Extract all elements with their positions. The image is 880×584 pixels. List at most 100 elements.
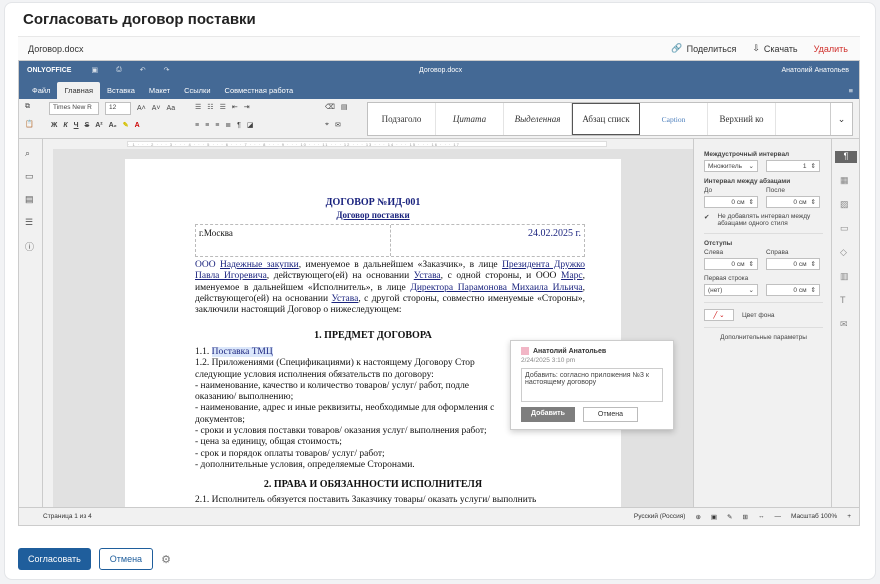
download-button[interactable]: ⇩ Скачать <box>752 43 797 54</box>
italic-icon[interactable]: К <box>63 122 67 129</box>
justify-icon[interactable]: ≣ <box>225 121 231 129</box>
mail-merge-settings-icon[interactable]: ✉ <box>840 319 859 331</box>
about-icon[interactable]: ⓘ <box>25 240 42 254</box>
decrease-indent-icon[interactable]: ⇤ <box>232 103 238 111</box>
vertical-ruler[interactable] <box>43 149 53 509</box>
globe-icon[interactable]: ⊕ <box>695 513 700 521</box>
style-emphasis[interactable]: Выделенная <box>504 103 572 135</box>
first-line-input[interactable]: 0 см ⇕ <box>766 284 820 296</box>
author-color-badge <box>521 347 529 355</box>
comment-add-button[interactable]: Добавить <box>521 407 575 422</box>
style-list-paragraph[interactable]: Абзац списк <box>572 103 640 135</box>
zoom-in-icon[interactable]: + <box>847 513 851 520</box>
gear-icon[interactable]: ⚙ <box>161 553 171 566</box>
indent-left-input[interactable]: 0 см ⇕ <box>704 258 758 270</box>
undo-icon[interactable]: ↶ <box>140 66 146 74</box>
advanced-settings-link[interactable]: Дополнительные параметры <box>704 334 823 341</box>
line-spacing-type-select[interactable]: Множитель ⌄ <box>704 160 758 172</box>
first-line-type-select[interactable]: (нет) ⌄ <box>704 284 758 296</box>
party-b-tail: , с другой стороны, совместно именуемые … <box>195 293 585 316</box>
font-color-icon[interactable]: A <box>135 122 140 129</box>
chat-icon[interactable]: ▤ <box>25 194 42 208</box>
no-interval-checkbox[interactable]: ✔ Не добавлять интервал между абзацами од… <box>704 213 823 227</box>
line-spacing-value-input[interactable]: 1 ⇕ <box>766 160 820 172</box>
save-icon[interactable]: ▣ <box>91 66 98 74</box>
language-select[interactable]: Русский (Россия) <box>634 513 686 520</box>
paragraph-settings-icon[interactable]: ¶ <box>835 151 857 163</box>
horizontal-ruler[interactable]: · 1 · · · 2 · · · 3 · · · 4 · · · 5 · · … <box>43 139 693 149</box>
onlyoffice-editor: ONLYOFFICE ▣ ⎙ ↶ ↷ Договор.docx Анатолий… <box>18 60 860 526</box>
column-icon[interactable]: ▤ <box>341 103 348 111</box>
document-page[interactable]: ДОГОВОР №ИД-001 Договор поставки г.Москв… <box>125 159 621 509</box>
track-changes-icon[interactable]: ✎ <box>727 513 732 521</box>
image-settings-icon[interactable]: ▨ <box>840 199 859 211</box>
tab-insert[interactable]: Вставка <box>100 82 142 99</box>
cancel-button[interactable]: Отмена <box>98 548 154 570</box>
zoom-out-icon[interactable]: — <box>774 513 781 520</box>
fit-width-icon[interactable]: ↔ <box>758 513 765 520</box>
underline-icon[interactable]: Ч <box>74 122 79 129</box>
styles-expand-icon[interactable]: ⌄ <box>830 103 852 135</box>
font-name-select[interactable]: Times New R <box>49 102 99 115</box>
align-left-icon[interactable]: ≡ <box>195 122 199 129</box>
table-settings-icon[interactable]: ▦ <box>840 175 859 187</box>
spacing-after-input[interactable]: 0 см ⇕ <box>766 196 820 208</box>
bold-icon[interactable]: Ж <box>51 122 57 129</box>
mail-merge-icon[interactable]: ✉ <box>335 121 341 129</box>
tab-file[interactable]: Файл <box>25 82 57 99</box>
shape-settings-icon[interactable]: ◇ <box>840 247 859 259</box>
print-icon[interactable]: ⎙ <box>116 66 122 74</box>
style-caption[interactable]: Caption <box>640 103 708 135</box>
style-header[interactable]: Верхний ко <box>708 103 776 135</box>
redo-icon[interactable]: ↷ <box>164 66 170 74</box>
delete-button[interactable]: Удалить <box>814 44 848 54</box>
font-shrink-icon[interactable]: A˅ <box>152 105 161 112</box>
highlight-icon[interactable]: ✎ <box>123 121 129 129</box>
superscript-icon[interactable]: A² <box>95 122 102 129</box>
comment-textarea[interactable]: Добавить: согласно приложения №3 к насто… <box>521 368 663 402</box>
clear-style-icon[interactable]: ⌫ <box>325 103 335 111</box>
comment-cancel-button[interactable]: Отмена <box>582 407 639 422</box>
style-quote[interactable]: Цитата <box>436 103 504 135</box>
font-size-select[interactable]: 12 <box>105 102 131 115</box>
navigation-icon[interactable]: ☰ <box>25 217 42 231</box>
align-right-icon[interactable]: ≡ <box>215 122 219 129</box>
chart-settings-icon[interactable]: ▥ <box>840 271 859 283</box>
numbered-list-icon[interactable]: ☷ <box>207 103 213 111</box>
subscript-icon[interactable]: A₂ <box>109 122 117 129</box>
paragraph-marks-icon[interactable]: ¶ <box>237 122 241 129</box>
header-footer-icon[interactable]: ▭ <box>840 223 859 235</box>
menu-icon[interactable]: ≡ <box>842 82 859 99</box>
city-cell: г.Москва <box>199 228 233 238</box>
search-icon[interactable]: ⌕ <box>25 148 42 162</box>
approve-button[interactable]: Согласовать <box>18 548 91 570</box>
copy-icon[interactable]: ⧉ <box>25 103 30 111</box>
bullet-list-icon[interactable]: ☰ <box>195 103 201 111</box>
style-gallery: Подзаголо Цитата Выделенная Абзац списк … <box>367 102 853 136</box>
copy-style-icon[interactable]: ⌖ <box>325 121 329 129</box>
comments-icon[interactable]: ▭ <box>25 171 42 185</box>
status-bar: Страница 1 из 4 Русский (Россия) ⊕ ▣ ✎ ⊞… <box>19 507 859 525</box>
tab-layout[interactable]: Макет <box>142 82 177 99</box>
paste-icon[interactable]: 📋 <box>25 120 34 128</box>
indent-right-input[interactable]: 0 см ⇕ <box>766 258 820 270</box>
strikethrough-icon[interactable]: S <box>85 122 90 129</box>
share-button[interactable]: 🔗 Поделиться <box>671 43 736 54</box>
page-title: Согласовать договор поставки <box>23 11 256 28</box>
spacing-before-input[interactable]: 0 см ⇕ <box>704 196 758 208</box>
shading-icon[interactable]: ◪ <box>247 121 254 129</box>
textart-settings-icon[interactable]: T <box>840 295 859 307</box>
spellcheck-icon[interactable]: ▣ <box>711 513 717 521</box>
font-grow-icon[interactable]: A˄ <box>137 105 146 112</box>
tab-references[interactable]: Ссылки <box>177 82 217 99</box>
multilevel-list-icon[interactable]: ☰ <box>220 103 226 111</box>
tab-home[interactable]: Главная <box>57 82 100 99</box>
style-subtitle[interactable]: Подзаголо <box>368 103 436 135</box>
change-case-icon[interactable]: Aa <box>167 105 176 112</box>
editor-user[interactable]: Анатолий Анатольев <box>782 67 849 74</box>
align-center-icon[interactable]: ≡ <box>205 122 209 129</box>
fit-page-icon[interactable]: ⊞ <box>743 513 748 521</box>
increase-indent-icon[interactable]: ⇥ <box>244 103 250 111</box>
tab-collaboration[interactable]: Совместная работа <box>218 82 301 99</box>
bg-color-picker[interactable]: ╱ ⌄ <box>704 309 734 321</box>
